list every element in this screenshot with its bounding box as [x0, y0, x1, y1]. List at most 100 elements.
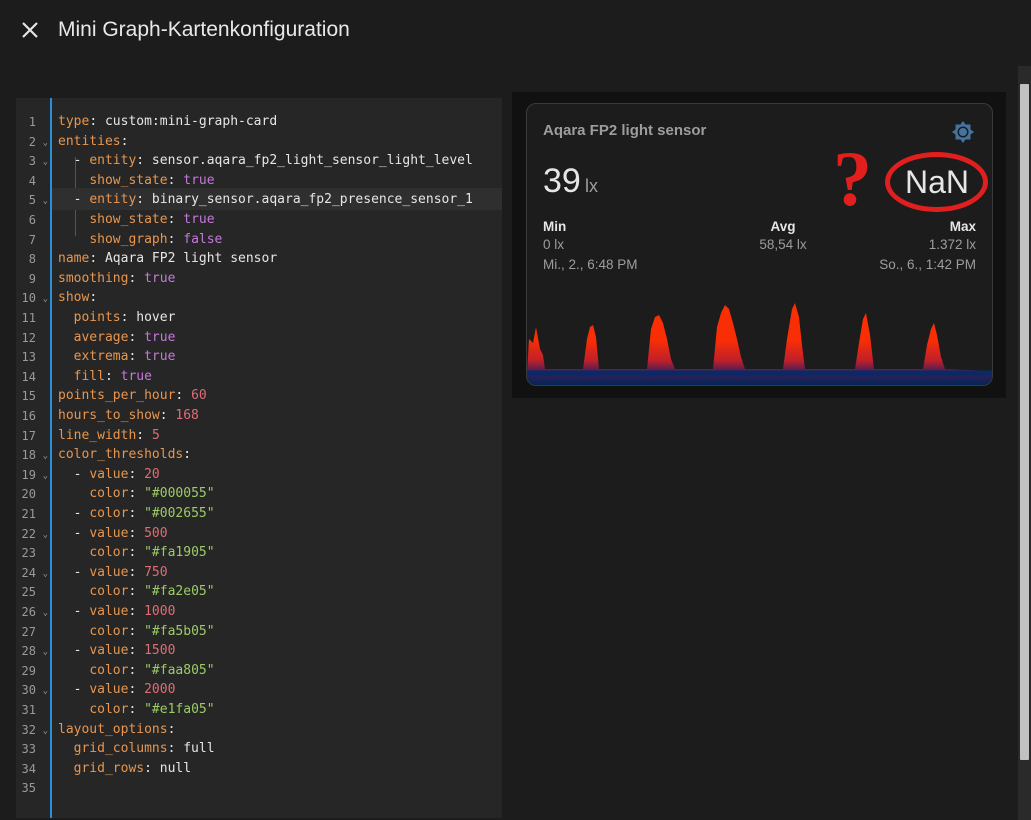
code-line[interactable]: show_state: true	[58, 208, 502, 230]
line-number-text: 26	[21, 605, 36, 619]
fold-chevron-icon[interactable]: ⌄	[43, 157, 48, 167]
code-line[interactable]	[58, 776, 502, 798]
stat-avg-value: 58,54 lx	[759, 237, 807, 252]
line-number: 6	[16, 210, 50, 230]
code-line[interactable]: entities:	[58, 130, 502, 152]
line-number-text: 31	[21, 703, 36, 717]
line-number: 4	[16, 171, 50, 191]
code-line[interactable]: name: Aqara FP2 light sensor	[58, 247, 502, 269]
line-number-text: 34	[21, 761, 36, 776]
line-number-text: 4	[28, 173, 36, 188]
line-number-text: 33	[21, 742, 36, 757]
line-number-text: 5	[28, 193, 36, 208]
dialog-title: Mini Graph-Kartenkonfiguration	[58, 18, 350, 41]
line-number: 15	[16, 386, 50, 406]
code-line[interactable]: show_graph: false	[58, 228, 502, 250]
fold-chevron-icon[interactable]: ⌄	[43, 471, 48, 481]
line-number: 9	[16, 269, 50, 289]
line-number: 23	[16, 543, 50, 563]
code-line[interactable]: smoothing: true	[58, 267, 502, 289]
line-number-text: 1	[28, 115, 36, 129]
code-line[interactable]: type: custom:mini-graph-card	[58, 110, 502, 132]
fold-chevron-icon[interactable]: ⌄	[43, 569, 48, 579]
line-number-text: 14	[21, 369, 36, 384]
line-number-text: 30	[21, 683, 36, 698]
code-line[interactable]: line_width: 5	[58, 424, 502, 446]
code-line[interactable]: - entity: binary_sensor.aqara_fp2_presen…	[52, 188, 502, 210]
line-number-text: 20	[21, 487, 36, 502]
line-number: 20	[16, 484, 50, 504]
stat-max: Max 1.372 lx So., 6., 1:42 PM	[879, 219, 976, 272]
fold-chevron-icon[interactable]: ⌄	[43, 196, 48, 206]
code-line[interactable]: - value: 750	[58, 561, 502, 583]
line-number-text: 3	[28, 154, 36, 169]
stat-min-value: 0 lx	[543, 237, 565, 252]
code-line[interactable]: fill: true	[58, 365, 502, 387]
code-line[interactable]: - color: "#002655"	[58, 502, 502, 524]
code-line[interactable]: - value: 500	[58, 522, 502, 544]
brightness-icon	[951, 120, 975, 144]
code-line[interactable]: - entity: sensor.aqara_fp2_light_sensor_…	[58, 149, 502, 171]
line-number-text: 28	[21, 644, 36, 659]
line-number-text: 13	[21, 350, 36, 365]
code-line[interactable]: color: "#fa1905"	[58, 541, 502, 563]
stat-max-label: Max	[949, 219, 976, 234]
code-line[interactable]: color: "#e1fa05"	[58, 698, 502, 720]
fold-chevron-icon[interactable]: ⌄	[43, 608, 48, 618]
line-number: 1	[16, 112, 50, 132]
code-line[interactable]: - value: 1000	[58, 600, 502, 622]
line-number-text: 19	[21, 467, 36, 482]
code-line[interactable]: grid_rows: null	[58, 757, 502, 779]
code-line[interactable]: grid_columns: full	[58, 737, 502, 759]
yaml-code-editor[interactable]: 1 2 ⌄ 3 ⌄ 4 5 ⌄ 6 7 8 9 10 ⌄ 11 12 13 14 15 16 17 18 ⌄ 19 ⌄ 20 21 2…	[16, 98, 502, 818]
fold-chevron-icon[interactable]: ⌄	[43, 647, 48, 657]
code-line[interactable]: - value: 1500	[58, 639, 502, 661]
scrollbar-thumb[interactable]	[1020, 84, 1029, 760]
code-line[interactable]: layout_options:	[58, 718, 502, 740]
code-line[interactable]: color: "#faa805"	[58, 659, 502, 681]
line-number: 29	[16, 661, 50, 681]
light-level-graph[interactable]	[527, 299, 992, 385]
line-number-text: 27	[21, 624, 36, 639]
fold-chevron-icon[interactable]: ⌄	[43, 726, 48, 736]
code-line[interactable]: extrema: true	[58, 345, 502, 367]
code-line[interactable]: average: true	[58, 326, 502, 348]
code-line[interactable]: color: "#fa2e05"	[58, 580, 502, 602]
code-line[interactable]: color_thresholds:	[58, 443, 502, 465]
line-number: 25	[16, 582, 50, 602]
stat-min: Min 0 lx Mi., 2., 6:48 PM	[543, 219, 638, 272]
line-number-text: 12	[21, 330, 36, 345]
close-icon[interactable]	[16, 16, 44, 44]
code-area[interactable]: type: custom:mini-graph-card entities: - …	[52, 98, 502, 818]
fold-chevron-icon[interactable]: ⌄	[43, 138, 48, 148]
fold-chevron-icon[interactable]: ⌄	[43, 530, 48, 540]
highlight-circle-annotation	[885, 152, 988, 212]
line-number: 33	[16, 739, 50, 759]
code-line[interactable]: show:	[58, 286, 502, 308]
code-line[interactable]: color: "#000055"	[58, 482, 502, 504]
code-line[interactable]: - value: 2000	[58, 678, 502, 700]
line-number: 19 ⌄	[16, 465, 50, 485]
line-number: 3 ⌄	[16, 151, 50, 171]
line-number: 22 ⌄	[16, 524, 50, 544]
code-line[interactable]: show_state: true	[58, 169, 502, 191]
line-number: 8	[16, 249, 50, 269]
code-line[interactable]: points_per_hour: 60	[58, 384, 502, 406]
fold-chevron-icon[interactable]: ⌄	[43, 294, 48, 304]
state-value: 39	[543, 162, 581, 200]
line-number: 5 ⌄	[16, 190, 50, 210]
fold-chevron-icon[interactable]: ⌄	[43, 686, 48, 696]
code-line[interactable]: hours_to_show: 168	[58, 404, 502, 426]
line-number: 35	[16, 778, 50, 798]
line-number: 2 ⌄	[16, 132, 50, 152]
code-line[interactable]: color: "#fa5b05"	[58, 620, 502, 642]
line-number: 21	[16, 504, 50, 524]
dialog-header: Mini Graph-Kartenkonfiguration	[0, 0, 1031, 62]
code-line[interactable]: points: hover	[58, 306, 502, 328]
stat-min-label: Min	[543, 219, 567, 234]
fold-chevron-icon[interactable]: ⌄	[43, 451, 48, 461]
mini-graph-card[interactable]: Aqara FP2 light sensor 39 lx ? NaN Min 0…	[526, 103, 993, 386]
line-number: 26 ⌄	[16, 602, 50, 622]
stat-avg: Avg 58,54 lx	[733, 219, 833, 252]
code-line[interactable]: - value: 20	[58, 463, 502, 485]
